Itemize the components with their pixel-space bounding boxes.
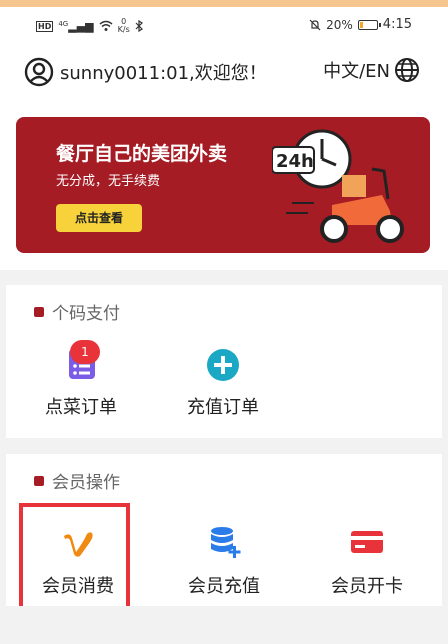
- status-left: HD 4G▂▄▆ 0 K/s: [36, 18, 143, 34]
- section-marker: [34, 306, 44, 317]
- banner-view-button[interactable]: 点击查看: [56, 204, 142, 232]
- battery-fill: [359, 21, 364, 28]
- greeting-text: sunny0011:01,欢迎您！: [60, 63, 267, 84]
- personal-pay-section: 个码支付 点菜订单 充值订单: [6, 285, 442, 438]
- database-plus-icon: [211, 527, 241, 558]
- battery-percent: 20%: [326, 17, 353, 32]
- app-header: sunny0011:01,欢迎您！ 中文/EN: [0, 43, 448, 100]
- signal-icon: 4G▂▄▆: [58, 19, 94, 33]
- network-speed: 0 K/s: [118, 18, 130, 34]
- mute-icon: [309, 19, 321, 30]
- order-list-label: 点菜订单: [45, 397, 117, 418]
- section-title-personal-pay: 个码支付: [34, 299, 120, 324]
- language-label: 中文/EN: [323, 61, 390, 82]
- badge-24h: 24h: [276, 151, 314, 172]
- globe-icon: [395, 58, 419, 82]
- member-recharge-label: 会员充值: [188, 576, 260, 597]
- section-title-text: 个码支付: [52, 304, 120, 324]
- status-right: 20% 4:15: [309, 17, 412, 32]
- bluetooth-icon: [135, 20, 143, 32]
- wifi-icon: [99, 20, 113, 31]
- banner-title: 餐厅自己的美团外卖: [56, 143, 228, 165]
- plus-circle-icon: [207, 349, 239, 381]
- section-title-member-ops: 会员操作: [34, 468, 120, 493]
- delivery-scooter-icon: 24h: [272, 129, 404, 243]
- recharge-order-label: 充值订单: [187, 397, 259, 418]
- hd-indicator: HD: [36, 20, 54, 32]
- notification-badge: 1: [70, 340, 100, 364]
- member-open-card-entry[interactable]: 会员开卡: [312, 524, 422, 604]
- user-greeting[interactable]: sunny0011:01,欢迎您！: [24, 57, 267, 87]
- banner-area: 餐厅自己的美团外卖 无分成，无手续费 点击查看 24h: [0, 100, 448, 270]
- recharge-order-entry[interactable]: 充值订单: [168, 345, 278, 425]
- clock: 4:15: [382, 17, 412, 32]
- member-open-card-label: 会员开卡: [331, 576, 403, 597]
- status-bar: HD 4G▂▄▆ 0 K/s 20% 4:15: [0, 7, 448, 43]
- credit-card-icon: [351, 531, 383, 553]
- battery-icon: [357, 19, 381, 30]
- language-switch[interactable]: 中文/EN: [323, 57, 420, 83]
- section-title-text: 会员操作: [52, 473, 120, 493]
- user-avatar-icon: [24, 57, 54, 87]
- speed-unit: K/s: [117, 25, 130, 34]
- top-strip: [0, 0, 448, 7]
- bottom-area: [0, 606, 448, 644]
- selection-highlight: [19, 503, 130, 611]
- member-recharge-entry[interactable]: 会员充值: [169, 524, 279, 604]
- banner-subtitle: 无分成，无手续费: [56, 174, 161, 189]
- promo-banner[interactable]: 餐厅自己的美团外卖 无分成，无手续费 点击查看 24h: [16, 117, 430, 253]
- section-marker: [34, 475, 44, 486]
